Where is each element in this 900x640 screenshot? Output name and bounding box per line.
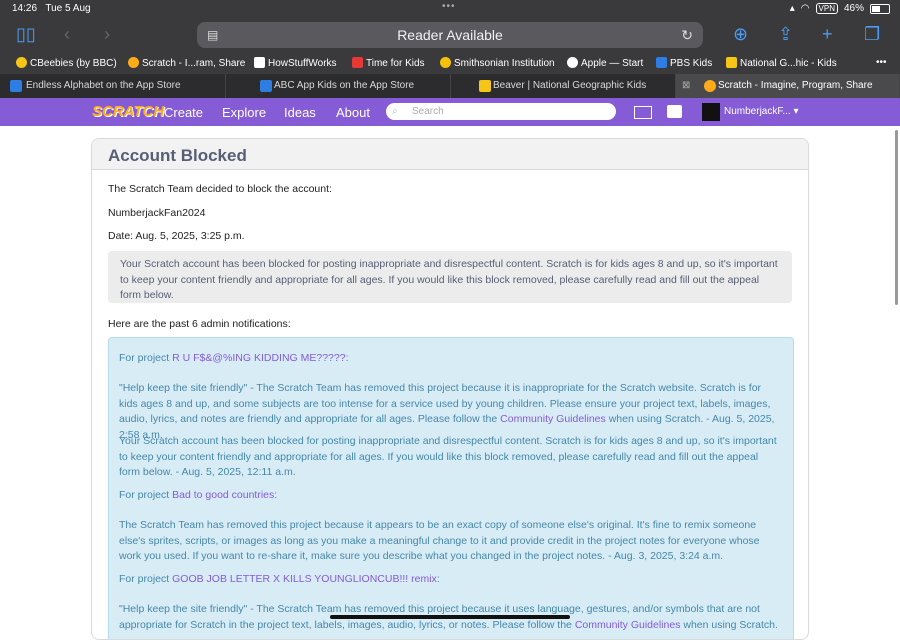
signal-icon: ▴ — [789, 3, 795, 14]
search-input[interactable]: ⌕ Search — [386, 103, 616, 120]
more-bookmarks-icon[interactable]: ••• — [876, 57, 887, 68]
tab[interactable]: Endless Alphabet on the App Store — [0, 74, 226, 98]
back-icon[interactable]: ‹ — [64, 24, 70, 45]
battery-icon — [870, 3, 890, 14]
intro-text: The Scratch Team decided to block the ac… — [108, 183, 332, 195]
bookmark-item[interactable]: PBS Kids — [656, 57, 712, 69]
bookmark-item[interactable]: National G...hic - Kids — [726, 57, 837, 69]
smithsonian-icon — [440, 57, 451, 68]
tab-active[interactable]: ⊠ Scratch - Imagine, Program, Share — [676, 74, 900, 98]
search-icon: ⌕ — [392, 106, 398, 117]
bookmark-item[interactable]: Time for Kids — [352, 57, 425, 69]
nav-create[interactable]: Create — [164, 105, 203, 120]
cbeebies-icon — [16, 57, 27, 68]
reader-icon[interactable]: ▤ — [207, 22, 218, 48]
account-blocked-card: Account Blocked The Scratch Team decided… — [91, 138, 809, 640]
scrollbar[interactable] — [895, 130, 898, 305]
page-title: Account Blocked — [108, 146, 247, 165]
blocked-account-name: NumberjackFan2024 — [108, 207, 206, 219]
app-store-icon — [260, 80, 272, 92]
close-tab-icon[interactable]: ⊠ — [682, 74, 690, 98]
admin-notifications: For project R U F$&@%ING KIDDING ME?????… — [108, 337, 794, 640]
scratch-icon — [128, 57, 139, 68]
tab[interactable]: ABC App Kids on the App Store — [226, 74, 451, 98]
wifi-icon: ◠ — [800, 3, 810, 14]
share-icon[interactable]: ⇪ — [778, 24, 793, 45]
notifications-heading: Here are the past 6 admin notifications: — [108, 318, 291, 330]
status-time-date: 14:26 Tue 5 Aug — [12, 3, 91, 14]
sidebar-icon[interactable]: ▯▯ — [16, 24, 36, 45]
bookmark-item[interactable]: CBeebies (by BBC) — [16, 57, 117, 69]
avatar[interactable] — [702, 103, 720, 121]
address-text: Reader Available — [397, 27, 503, 43]
project-link[interactable]: Bad to good countries — [172, 489, 274, 501]
notification-3-body: The Scratch Team has removed this projec… — [119, 519, 760, 562]
search-placeholder: Search — [412, 106, 444, 117]
bookmark-item[interactable]: Smithsonian Institution — [440, 57, 555, 69]
tab-bar: Endless Alphabet on the App Store ABC Ap… — [0, 74, 900, 98]
bookmark-item[interactable]: HowStuffWorks — [254, 57, 337, 69]
notification-1-title: For project R U F$&@%ING KIDDING ME?????… — [119, 352, 349, 364]
app-store-icon — [10, 80, 22, 92]
page-content: Account Blocked The Scratch Team decided… — [0, 126, 900, 640]
tabs-overview-icon[interactable]: ❐ — [864, 24, 880, 45]
bookmark-item[interactable]: Scratch - I...ram, Share — [128, 57, 245, 69]
pbs-kids-icon — [656, 57, 667, 68]
address-bar[interactable]: ▤ Reader Available ↻ — [197, 22, 703, 48]
multitasking-dots-icon[interactable]: ••• — [442, 1, 456, 12]
time-for-kids-icon — [352, 57, 363, 68]
block-notice: Your Scratch account has been blocked fo… — [108, 251, 792, 303]
bookmark-item[interactable]: Apple — Start — [567, 57, 643, 69]
reload-icon[interactable]: ↻ — [681, 22, 693, 48]
nav-ideas[interactable]: Ideas — [284, 105, 316, 120]
nav-explore[interactable]: Explore — [222, 105, 266, 120]
block-date: Date: Aug. 5, 2025, 3:25 p.m. — [108, 230, 245, 242]
new-tab-icon[interactable]: + — [822, 24, 833, 45]
card-header: Account Blocked — [92, 139, 808, 170]
project-link[interactable]: GOOB JOB LETTER X KILLS YOUNGLIONCUB!!! … — [172, 573, 437, 585]
natgeo-kids-icon — [479, 80, 491, 92]
nav-about[interactable]: About — [336, 105, 370, 120]
scratch-navbar: SCRATCH Create Explore Ideas About ⌕ Sea… — [0, 98, 900, 126]
howstuffworks-icon — [254, 57, 265, 68]
apple-icon — [567, 57, 578, 68]
notification-4-body: "Help keep the site friendly" - The Scra… — [119, 603, 778, 640]
natgeo-kids-icon — [726, 57, 737, 68]
home-indicator[interactable] — [330, 615, 570, 619]
notification-3-title: For project Bad to good countries: — [119, 489, 278, 501]
vpn-badge: VPN — [815, 3, 838, 14]
my-stuff-icon[interactable] — [667, 105, 682, 118]
scratch-icon — [704, 80, 716, 92]
forward-icon[interactable]: › — [104, 24, 110, 45]
project-link[interactable]: R U F$&@%ING KIDDING ME????? — [172, 352, 345, 364]
scratch-logo[interactable]: SCRATCH — [92, 103, 164, 120]
bookmarks-bar: CBeebies (by BBC) Scratch - I...ram, Sha… — [0, 52, 900, 74]
download-icon[interactable]: ⊕ — [733, 24, 748, 45]
status-bar: 14:26 Tue 5 Aug ••• ▴ ◠ VPN 46% — [0, 0, 900, 18]
messages-icon[interactable] — [634, 106, 652, 119]
community-guidelines-link[interactable]: Community Guidelines — [500, 413, 606, 425]
notification-2-body: Your Scratch account has been blocked fo… — [119, 435, 777, 478]
status-right: ▴ ◠ VPN 46% — [790, 3, 890, 14]
notification-4-title: For project GOOB JOB LETTER X KILLS YOUN… — [119, 573, 440, 585]
battery-percent: 46% — [843, 3, 864, 14]
tab[interactable]: Beaver | National Geographic Kids — [451, 74, 676, 98]
account-menu[interactable]: NumberjackF... ▾ — [724, 106, 799, 117]
